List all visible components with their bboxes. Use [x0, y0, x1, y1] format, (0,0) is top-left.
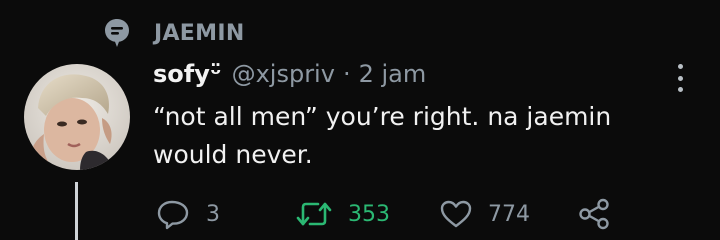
retweet-count: 353: [348, 201, 390, 227]
reply-button[interactable]: 3: [156, 196, 220, 232]
retweet-icon: [296, 202, 332, 226]
author-handle[interactable]: @xjspriv: [232, 60, 335, 88]
more-options-icon[interactable]: [668, 62, 692, 94]
reply-count: 3: [206, 201, 220, 227]
tweet-header: sofyᵕ̈ @xjspriv · 2 jam: [153, 60, 426, 96]
topic-label: JAEMIN: [154, 20, 245, 46]
tweet-timestamp[interactable]: 2 jam: [359, 60, 427, 88]
like-count: 774: [488, 201, 530, 227]
avatar[interactable]: [24, 64, 130, 170]
author-display-name[interactable]: sofyᵕ̈: [153, 60, 222, 88]
share-icon: [579, 198, 609, 230]
tweet-text: “not all men” you’re right. na jaemin wo…: [153, 102, 612, 169]
topic-context[interactable]: JAEMIN: [104, 16, 245, 50]
reply-icon: [157, 200, 189, 230]
share-button[interactable]: [578, 196, 610, 232]
thread-line: [75, 182, 78, 240]
avatar-photo: [24, 64, 130, 170]
like-button[interactable]: 774: [440, 196, 530, 232]
topic-bubble-icon: [105, 19, 129, 47]
header-separator: ·: [342, 60, 351, 88]
retweet-button[interactable]: 353: [296, 196, 390, 232]
heart-icon: [440, 200, 472, 228]
